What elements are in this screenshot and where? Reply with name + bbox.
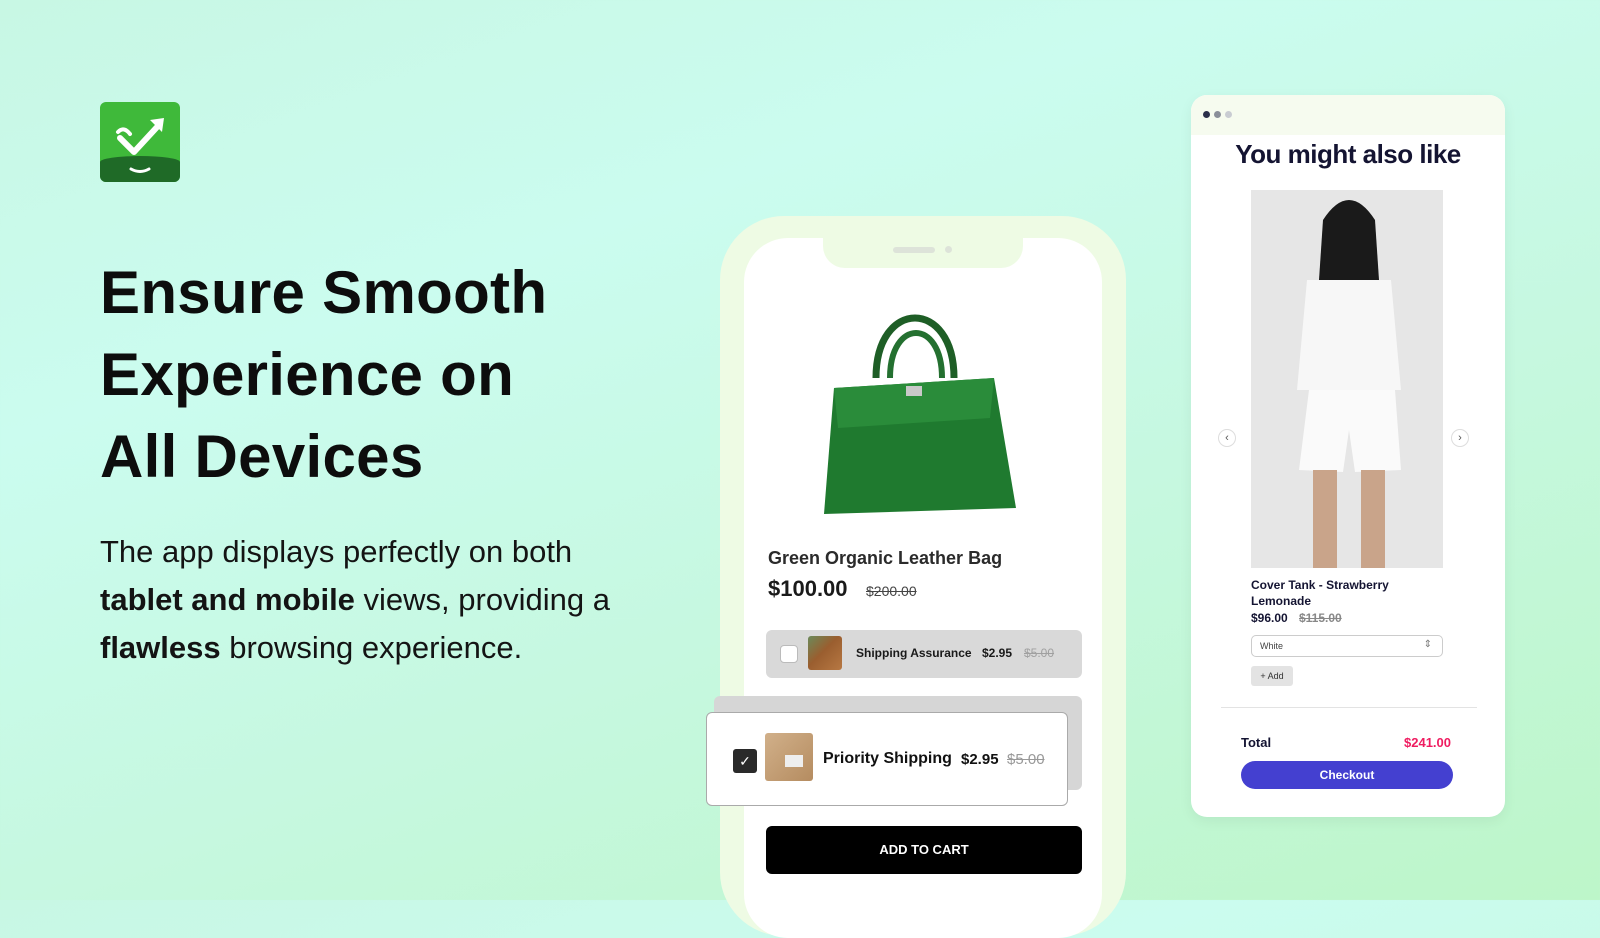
total-value: $241.00 (1404, 735, 1451, 750)
priority-shipping-label: Priority Shipping (823, 750, 952, 767)
window-dot (1225, 111, 1232, 118)
divider (1221, 707, 1477, 708)
headline-line: Experience on (100, 341, 515, 408)
total-label: Total (1241, 735, 1272, 750)
product-price: $100.00 (768, 576, 848, 601)
upsell-product-title: Cover Tank - Strawberry Lemonade (1251, 578, 1389, 608)
phone-screen: Green Organic Leather Bag $100.00 $200.0… (714, 238, 1102, 938)
upsell-title: You might also like (1235, 139, 1461, 169)
shipping-assurance-compare-price: $5.00 (1024, 646, 1055, 660)
product-title: Green Organic Leather Bag (768, 548, 1003, 568)
variant-select[interactable]: White ⇕ (1251, 635, 1443, 657)
carousel-next-button[interactable]: › (1451, 429, 1469, 447)
window-dot (1203, 111, 1210, 118)
priority-shipping-thumbnail (765, 733, 813, 781)
window-bar (1191, 95, 1505, 135)
window-dot (1214, 111, 1221, 118)
shipping-assurance-thumbnail (808, 636, 842, 670)
shipping-assurance-label: Shipping Assurance (856, 646, 972, 660)
priority-shipping-option[interactable]: ✓ Priority Shipping $2.95 $5.00 (706, 712, 1068, 806)
select-chevron-icon: ⇕ (1423, 639, 1432, 650)
shipping-assurance-price: $2.95 (982, 646, 1013, 660)
headline-line: Ensure Smooth (100, 259, 548, 326)
product-image (1251, 190, 1443, 568)
tablet-mockup: You might also like ‹ › Cover Tank - Str… (1191, 95, 1505, 817)
phone-notch (823, 238, 1023, 268)
add-upsell-button[interactable]: + Add (1251, 666, 1293, 686)
checkout-button[interactable]: Checkout (1241, 761, 1453, 789)
description: The app displays perfectly on both table… (100, 534, 610, 665)
shipping-assurance-option[interactable]: Shipping Assurance $2.95 $5.00 (766, 630, 1082, 678)
check-trend-arrow-icon (116, 118, 164, 173)
upsell-product-compare-price: $115.00 (1299, 611, 1342, 625)
phone-mockup: Green Organic Leather Bag $100.00 $200.0… (714, 216, 1126, 938)
headline-line: All Devices (100, 423, 424, 490)
headline: Ensure Smooth Experience on All Devices (100, 252, 547, 498)
upsell-product-price: $96.00 (1251, 611, 1288, 625)
priority-shipping-compare-price: $5.00 (1007, 751, 1045, 768)
priority-shipping-price: $2.95 (961, 751, 999, 768)
carousel-prev-button[interactable]: ‹ (1218, 429, 1236, 447)
product-compare-price: $200.00 (866, 583, 917, 599)
priority-shipping-checkbox[interactable]: ✓ (733, 749, 757, 773)
add-to-cart-button[interactable]: ADD TO CART (766, 826, 1082, 874)
product-image (824, 314, 1016, 514)
shipping-assurance-checkbox[interactable] (780, 645, 798, 663)
app-logo (100, 102, 180, 182)
variant-value: White (1260, 641, 1284, 651)
